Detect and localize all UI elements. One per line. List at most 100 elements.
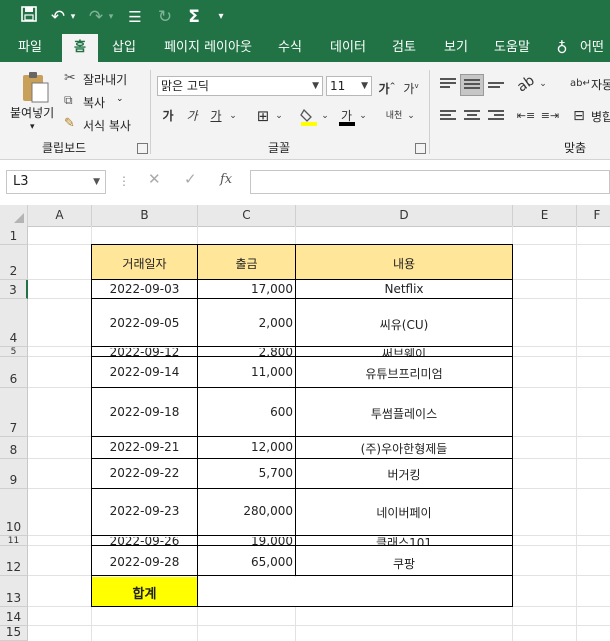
header-amount[interactable]: 출금 (198, 255, 295, 272)
fill-dropdown-icon[interactable]: ⌄ (320, 106, 330, 126)
table-cell-amount[interactable]: 5,700 (198, 466, 295, 480)
row-header-2[interactable]: 2 (0, 245, 28, 280)
row-header-10[interactable]: 10 (0, 489, 28, 536)
tab-view[interactable]: 보기 (436, 34, 476, 62)
name-box[interactable]: L3 ▼ (6, 170, 106, 194)
table-cell-desc[interactable]: Netflix (296, 282, 512, 296)
row-header-4[interactable]: 4 (0, 299, 28, 347)
tell-me-search[interactable]: 어떤 (580, 34, 610, 62)
increase-font-icon[interactable]: 가^ (378, 76, 396, 99)
table-cell-desc[interactable]: 씨유(CU) (296, 316, 512, 333)
table-cell-desc[interactable]: (주)우아한형제들 (296, 440, 512, 457)
paste-dropdown-icon[interactable]: ▾ (30, 122, 35, 132)
font-name-select[interactable]: 맑은 고딕 ▼ (157, 76, 323, 96)
tab-help[interactable]: 도움말 (486, 34, 538, 62)
table-cell-date[interactable]: 2022-09-23 (92, 504, 197, 518)
copy-button[interactable]: 복사 (83, 94, 105, 111)
table-cell-amount[interactable]: 19,000 (198, 537, 295, 545)
row-header-5[interactable]: 5 (0, 347, 28, 357)
table-cell-date[interactable]: 2022-09-12 (92, 348, 197, 356)
underline-icon[interactable]: 가 (208, 106, 224, 126)
underline-dropdown-icon[interactable]: ⌄ (228, 106, 238, 126)
tab-review[interactable]: 검토 (384, 34, 424, 62)
paste-icon[interactable] (20, 70, 50, 104)
format-painter-button[interactable]: 서식 복사 (83, 117, 131, 134)
tab-data[interactable]: 데이터 (322, 34, 374, 62)
table-cell-date[interactable]: 2022-09-22 (92, 466, 197, 480)
table-cell-date[interactable]: 2022-09-21 (92, 440, 197, 454)
border-dropdown-icon[interactable]: ⌄ (274, 106, 284, 126)
table-cell-date[interactable]: 2022-09-28 (92, 555, 197, 569)
row-header-3[interactable]: 3 (0, 280, 28, 299)
table-cell-amount[interactable]: 280,000 (198, 504, 295, 518)
row-header-1[interactable]: 1 (0, 226, 28, 245)
row-header-8[interactable]: 8 (0, 437, 28, 459)
tab-home[interactable]: 홈 (62, 34, 98, 62)
table-cell-desc[interactable]: 버거킹 (296, 466, 512, 483)
enter-icon[interactable]: ✓ (184, 170, 197, 188)
tab-file[interactable]: 파일 (6, 34, 54, 62)
cancel-icon[interactable]: ✕ (148, 170, 161, 188)
row-header-14[interactable]: 14 (0, 607, 28, 626)
table-cell-date[interactable]: 2022-09-18 (92, 405, 197, 419)
table-cell-desc[interactable]: 쿠팡 (296, 555, 512, 572)
phonetic-guide-button[interactable]: 내천 (384, 106, 404, 126)
column-header-a[interactable]: A (28, 205, 92, 226)
header-desc[interactable]: 내용 (296, 255, 512, 272)
border-icon[interactable]: ⊞ (254, 106, 272, 126)
wrap-text-icon[interactable]: ab↵ (570, 74, 591, 94)
redo-dropdown-icon[interactable]: ▾ (106, 6, 116, 28)
font-color-dropdown-icon[interactable]: ⌄ (358, 106, 368, 126)
merge-center-button[interactable]: 병합 (591, 108, 610, 125)
font-launcher-icon[interactable] (415, 143, 426, 154)
table-cell-amount[interactable]: 12,000 (198, 440, 295, 454)
align-right-icon[interactable] (488, 110, 504, 124)
table-cell-amount[interactable]: 17,000 (198, 282, 295, 296)
lightbulb-icon[interactable]: ♁ (552, 34, 572, 62)
chevron-down-icon[interactable]: ▼ (93, 171, 100, 193)
align-middle-button[interactable] (460, 74, 484, 96)
align-left-icon[interactable] (440, 110, 456, 124)
table-cell-desc[interactable]: 유튜브프리미엄 (296, 365, 512, 382)
table-cell-desc[interactable]: 클래스101 (296, 537, 512, 545)
merge-center-icon[interactable]: ⊟ (570, 106, 588, 126)
orientation-icon[interactable]: ab (512, 70, 540, 98)
tab-insert[interactable]: 삽입 (104, 34, 144, 62)
table-cell-desc[interactable]: 네이버페이 (296, 504, 512, 521)
select-all-corner[interactable] (0, 205, 28, 226)
total-label[interactable]: 합계 (92, 583, 197, 602)
paste-button[interactable]: 붙여넣기 (10, 104, 54, 121)
table-cell-date[interactable]: 2022-09-14 (92, 365, 197, 379)
copy-dropdown-icon[interactable]: ⌄ (116, 94, 124, 104)
column-header-f[interactable]: F (577, 205, 610, 226)
table-cell-date[interactable]: 2022-09-03 (92, 282, 197, 296)
row-header-11[interactable]: 11 (0, 536, 28, 546)
row-header-13[interactable]: 13 (0, 576, 28, 607)
row-header-9[interactable]: 9 (0, 459, 28, 489)
bold-icon[interactable]: 가 (160, 106, 176, 126)
clipboard-launcher-icon[interactable] (137, 143, 148, 154)
increase-indent-icon[interactable]: ≡⇥ (540, 106, 560, 126)
decrease-indent-icon[interactable]: ⇤≡ (516, 106, 536, 126)
font-size-select[interactable]: 11 ▼ (326, 76, 372, 96)
row-header-7[interactable]: 7 (0, 388, 28, 437)
row-header-6[interactable]: 6 (0, 357, 28, 388)
undo-dropdown-icon[interactable]: ▾ (68, 6, 78, 28)
italic-icon[interactable]: 가 (184, 106, 200, 126)
table-cell-amount[interactable]: 65,000 (198, 555, 295, 569)
font-color-icon[interactable]: 가 (338, 108, 356, 126)
align-bottom-icon[interactable] (488, 82, 504, 96)
table-cell-desc[interactable]: 투썸플레이스 (296, 405, 512, 422)
orientation-dropdown-icon[interactable]: ⌄ (538, 74, 548, 94)
table-cell-desc[interactable]: 써브웨이 (296, 348, 512, 356)
align-center-icon[interactable] (464, 110, 480, 124)
autosum-icon[interactable]: Σ (184, 6, 204, 28)
column-header-e[interactable]: E (513, 205, 577, 226)
total-value-cell[interactable] (198, 577, 512, 606)
table-cell-date[interactable]: 2022-09-05 (92, 316, 197, 330)
table-cell-amount[interactable]: 11,000 (198, 365, 295, 379)
column-header-b[interactable]: B (92, 205, 198, 226)
table-cell-amount[interactable]: 600 (198, 405, 295, 419)
cut-button[interactable]: 잘라내기 (83, 71, 127, 88)
align-top-icon[interactable] (440, 78, 456, 92)
